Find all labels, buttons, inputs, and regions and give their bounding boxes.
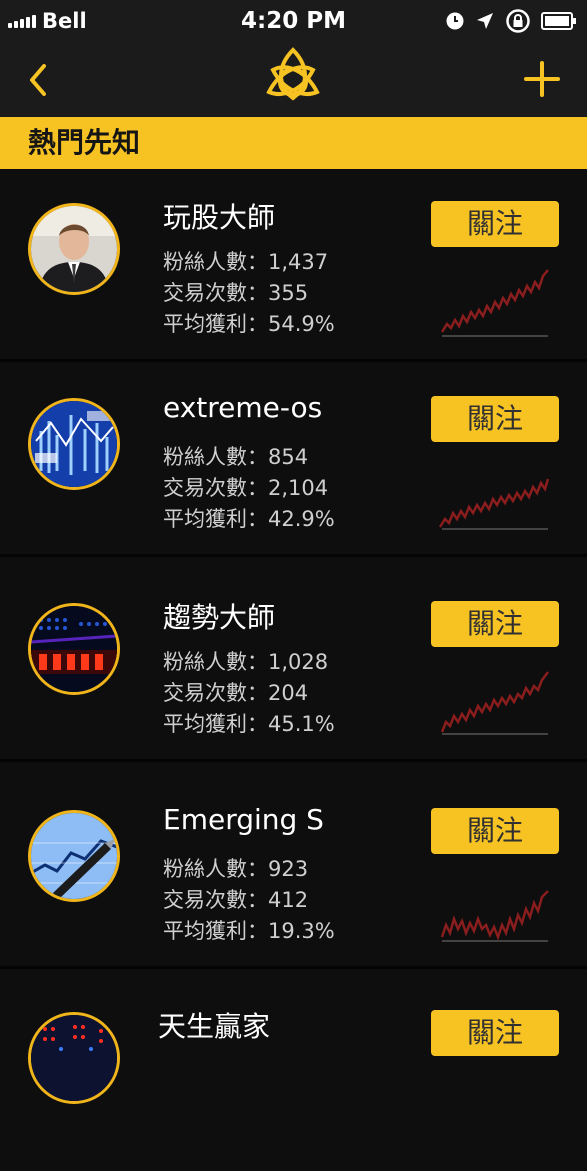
profit-stat: 平均獲利：54.9% [163,308,335,338]
red-ticker-image [31,1015,117,1101]
rotation-lock-icon [506,9,530,33]
follow-button[interactable]: 關注 [431,201,559,247]
trader-row[interactable]: 趨勢大師 粉絲人數：1,028 交易次數：204 平均獲利：45.1% 關注 [0,570,587,762]
fans-value: 1,437 [268,250,329,274]
trades-label: 交易次數： [163,476,268,500]
avatar [28,203,120,295]
sparkline-chart [440,671,549,735]
status-bar: Bell 4:20 PM [0,0,587,42]
profit-label: 平均獲利： [163,712,268,736]
fans-stat: 粉絲人數：923 [163,853,308,883]
trades-stat: 交易次數：412 [163,884,308,914]
profit-value: 42.9% [268,507,335,531]
trades-stat: 交易次數：355 [163,277,308,307]
profit-value: 54.9% [268,312,335,336]
sparkline-chart [440,890,549,942]
trades-stat: 交易次數：204 [163,677,308,707]
follow-button[interactable]: 關注 [431,396,559,442]
trader-name: 玩股大師 [163,201,276,234]
trader-row[interactable]: extreme-os 粉絲人數：854 交易次數：2,104 平均獲利：42.9… [0,365,587,557]
trader-name: 趨勢大師 [163,601,276,634]
back-chevron-icon[interactable] [24,60,54,100]
fans-label: 粉絲人數： [163,250,268,274]
trades-value: 2,104 [268,476,329,500]
sparkline-chart [438,478,550,530]
blue-market-board-image [31,401,117,487]
trades-value: 412 [268,888,309,912]
trader-name: extreme-os [163,391,323,424]
trades-label: 交易次數： [163,281,268,305]
man-in-suit-image [31,206,117,292]
trader-row[interactable]: 玩股大師 粉絲人數：1,437 交易次數：355 平均獲利：54.9% 關注 [0,170,587,362]
nav-bar [0,42,587,117]
trader-name: Emerging S [163,803,324,836]
sparkline-chart [440,269,549,337]
profit-label: 平均獲利： [163,507,268,531]
profit-stat: 平均獲利：42.9% [163,503,335,533]
trader-row[interactable]: 天生贏家 關注 [0,979,587,1171]
led-ticker-image [31,606,117,692]
profit-value: 19.3% [268,919,335,943]
follow-button[interactable]: 關注 [431,601,559,647]
trinity-logo-icon [266,47,320,101]
profit-stat: 平均獲利：19.3% [163,915,335,945]
fans-label: 粉絲人數： [163,857,268,881]
trades-label: 交易次數： [163,888,268,912]
profit-stat: 平均獲利：45.1% [163,708,335,738]
add-icon[interactable] [523,60,561,98]
fans-value: 854 [268,445,309,469]
fans-value: 1,028 [268,650,329,674]
fans-stat: 粉絲人數：1,437 [163,246,328,276]
follow-button[interactable]: 關注 [431,1010,559,1056]
avatar [28,810,120,902]
fans-value: 923 [268,857,309,881]
fans-label: 粉絲人數： [163,650,268,674]
section-title: 熱門先知 [0,117,587,169]
fans-stat: 粉絲人數：1,028 [163,646,328,676]
profit-label: 平均獲利： [163,312,268,336]
avatar [28,603,120,695]
trades-value: 355 [268,281,309,305]
fans-stat: 粉絲人數：854 [163,441,308,471]
status-icons [445,8,577,34]
trader-name: 天生贏家 [158,1010,271,1043]
profit-value: 45.1% [268,712,335,736]
trades-label: 交易次數： [163,681,268,705]
avatar [28,398,120,490]
chart-and-pen-image [31,813,117,899]
trader-row[interactable]: Emerging S 粉絲人數：923 交易次數：412 平均獲利：19.3% … [0,777,587,969]
profit-label: 平均獲利： [163,919,268,943]
battery-icon [541,12,576,30]
trades-value: 204 [268,681,309,705]
fans-label: 粉絲人數： [163,445,268,469]
avatar [28,1012,120,1104]
location-arrow-icon [477,13,493,29]
trades-stat: 交易次數：2,104 [163,472,328,502]
alarm-icon [446,12,464,30]
follow-button[interactable]: 關注 [431,808,559,854]
